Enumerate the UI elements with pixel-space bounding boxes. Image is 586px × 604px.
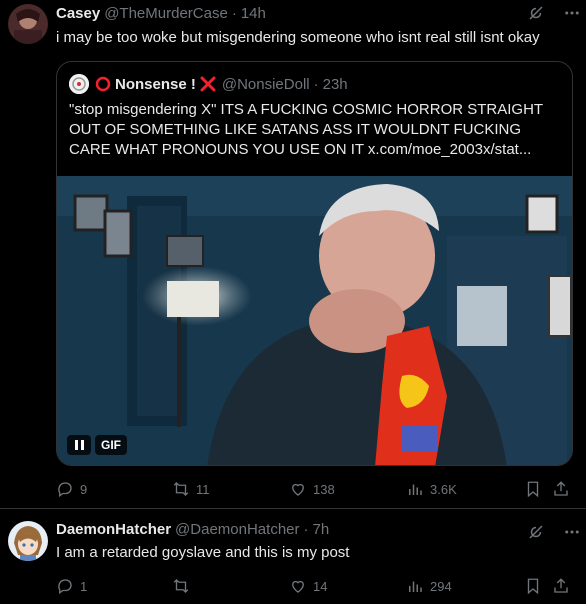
quote-author-name[interactable]: Nonsense ! xyxy=(115,76,196,93)
repost-icon xyxy=(173,482,189,496)
red-circle-icon xyxy=(95,76,111,92)
reply-icon xyxy=(58,482,72,498)
quoted-post[interactable]: Nonsense ! @NonsieDoll · 23h "stop misge… xyxy=(56,61,573,466)
repost-button[interactable] xyxy=(172,577,196,595)
post-header: Casey @TheMurderCase · 14h xyxy=(56,5,266,22)
separator: · xyxy=(303,521,309,538)
grok-icon[interactable] xyxy=(527,4,545,27)
avatar[interactable] xyxy=(8,521,48,561)
quote-header: Nonsense ! @NonsieDoll · 23h xyxy=(69,74,348,94)
quote-author-handle[interactable]: @NonsieDoll xyxy=(222,76,310,93)
share-button[interactable] xyxy=(552,480,570,498)
gif-badge: GIF xyxy=(95,435,127,455)
repost-button[interactable]: 11 xyxy=(172,480,210,498)
gif-controls: GIF xyxy=(67,435,127,455)
reply-count: 9 xyxy=(80,481,88,497)
repost-count: 11 xyxy=(196,481,210,497)
gif-media[interactable]: GIF xyxy=(57,176,572,465)
bookmark-button[interactable] xyxy=(524,480,542,498)
share-icon xyxy=(554,578,568,593)
post-text: i may be too woke but misgendering someo… xyxy=(56,29,540,46)
author-handle[interactable]: @TheMurderCase xyxy=(104,5,228,22)
author-name[interactable]: Casey xyxy=(56,5,100,22)
gif-frame xyxy=(57,176,572,465)
reply-count: 1 xyxy=(80,578,88,594)
quote-avatar[interactable] xyxy=(69,74,89,94)
author-name[interactable]: DaemonHatcher xyxy=(56,521,171,538)
share-button[interactable] xyxy=(552,577,570,595)
separator: · xyxy=(231,5,237,22)
like-icon xyxy=(292,580,304,593)
post-actions: 9 11 138 3.6K xyxy=(56,480,570,500)
grok-icon[interactable] xyxy=(527,523,545,546)
like-button[interactable]: 138 xyxy=(289,480,335,498)
views-button[interactable]: 3.6K xyxy=(406,480,457,498)
more-icon[interactable] xyxy=(563,523,581,546)
like-icon xyxy=(292,483,304,496)
more-icon[interactable] xyxy=(563,4,581,27)
post-time[interactable]: 14h xyxy=(241,5,266,22)
bookmark-icon xyxy=(527,578,539,595)
views-button[interactable]: 294 xyxy=(406,577,452,595)
like-button[interactable]: 14 xyxy=(289,577,327,595)
bookmark-icon xyxy=(527,481,539,498)
views-icon xyxy=(409,581,422,592)
post-top-icons xyxy=(527,4,581,27)
author-handle[interactable]: @DaemonHatcher xyxy=(175,521,299,538)
post-header: DaemonHatcher @DaemonHatcher · 7h xyxy=(56,521,329,538)
post-actions: 1 14 294 xyxy=(56,577,570,597)
views-count: 294 xyxy=(430,578,452,594)
avatar[interactable] xyxy=(8,4,48,44)
views-icon xyxy=(409,484,422,495)
separator: · xyxy=(313,75,319,93)
bookmark-button[interactable] xyxy=(524,577,542,595)
reply-button[interactable]: 1 xyxy=(56,577,87,595)
quote-text: "stop misgendering X" ITS A FUCKING COSM… xyxy=(69,101,543,158)
like-count: 14 xyxy=(313,578,328,594)
post-top-icons xyxy=(527,523,581,546)
like-count: 138 xyxy=(313,481,335,497)
views-count: 3.6K xyxy=(430,481,457,497)
post-daemonhatcher[interactable]: DaemonHatcher @DaemonHatcher · 7h I am a… xyxy=(0,509,586,604)
pause-icon[interactable] xyxy=(67,435,91,455)
red-x-icon xyxy=(200,76,216,92)
quote-time[interactable]: 23h xyxy=(323,76,348,93)
repost-icon xyxy=(173,579,189,593)
post-time[interactable]: 7h xyxy=(313,521,330,538)
share-icon xyxy=(554,481,568,496)
reply-icon xyxy=(58,579,72,595)
post-casey[interactable]: Casey @TheMurderCase · 14h i may be too … xyxy=(0,0,586,508)
post-text: I am a retarded goyslave and this is my … xyxy=(56,544,350,561)
reply-button[interactable]: 9 xyxy=(56,480,87,498)
